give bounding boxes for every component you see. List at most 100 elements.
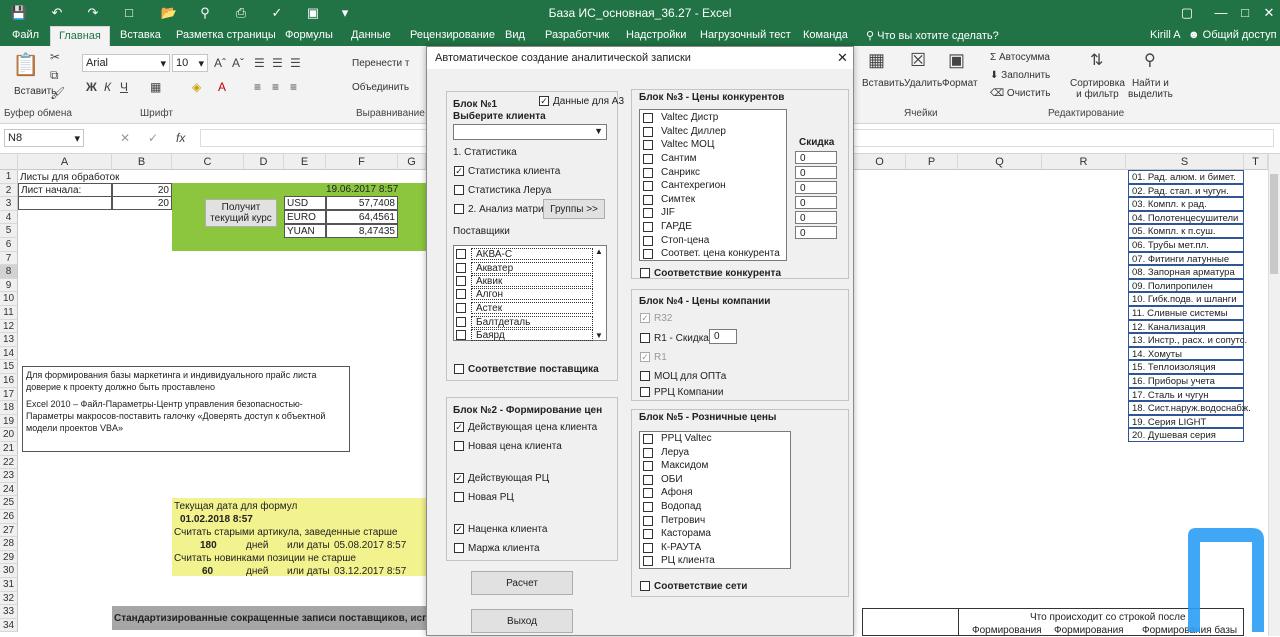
sort-filter-button[interactable]: Сортировка и фильтр [1070, 78, 1125, 100]
row-header[interactable]: 5 [0, 224, 18, 238]
row-header[interactable]: 30 [0, 564, 18, 578]
discount-input[interactable]: 0 [795, 211, 837, 224]
b2-checkbox[interactable] [454, 492, 464, 502]
discount-input[interactable]: 0 [795, 181, 837, 194]
retail-item[interactable]: Афоня [661, 487, 693, 498]
category-item[interactable]: 10. Гибк.подв. и шланги [1128, 292, 1244, 306]
ribbon-display-icon[interactable]: ▢ [1178, 4, 1196, 22]
clear-button[interactable]: ⌫ Очистить [990, 88, 1050, 99]
fill-color-icon[interactable]: ◈ [192, 80, 201, 94]
retail-item[interactable]: РРЦ Valtec [661, 433, 712, 444]
row-header[interactable]: 26 [0, 510, 18, 524]
competitor-checkbox[interactable] [643, 154, 653, 164]
scroll-up-icon[interactable]: ▲ [595, 247, 603, 256]
row-header[interactable]: 12 [0, 319, 18, 334]
row-header[interactable]: 27 [0, 523, 18, 538]
category-item[interactable]: 04. Полотенцесушители [1128, 210, 1244, 225]
cut-icon[interactable]: ✂ [50, 50, 60, 64]
competitor-checkbox[interactable] [643, 140, 653, 150]
row-header[interactable]: 14 [0, 346, 18, 361]
category-item[interactable]: 18. Сист.наруж.водоснабж. [1128, 401, 1251, 415]
row-header[interactable]: 25 [0, 496, 18, 510]
minimize-icon[interactable]: — [1212, 4, 1230, 22]
cell-a2[interactable]: Лист начала: [18, 183, 112, 197]
competitor-checkbox[interactable] [643, 181, 653, 191]
supplier-checkbox[interactable] [456, 303, 466, 313]
stat-client-checkbox[interactable]: ✓ [454, 166, 464, 176]
competitor-item[interactable]: Санрикс [661, 167, 700, 178]
retail-item[interactable]: Петрович [661, 515, 705, 526]
share-button[interactable]: ☻ Общий доступ [1188, 29, 1277, 41]
competitor-item[interactable]: Сантехрегион [661, 180, 726, 191]
category-item[interactable]: 12. Канализация [1128, 319, 1244, 334]
paste-icon[interactable]: 📋 [12, 52, 39, 78]
category-item[interactable]: 07. Фитинги латунные [1128, 251, 1244, 266]
supplier-item[interactable]: Балтдеталь [471, 316, 593, 328]
retail-item[interactable]: РЦ клиента [661, 555, 715, 566]
tell-me-search[interactable]: ⚲ Что вы хотите сделать? [866, 29, 999, 42]
b2-checkbox[interactable]: ✓ [454, 422, 464, 432]
b2-checkbox[interactable]: ✓ [454, 524, 464, 534]
competitor-item[interactable]: Valtec Дистр [661, 112, 718, 123]
row-header[interactable]: 15 [0, 360, 18, 374]
insert-cells-button[interactable]: Вставить [862, 78, 904, 89]
competitor-item[interactable]: Сантим [661, 153, 696, 164]
scroll-down-icon[interactable]: ▼ [595, 331, 603, 340]
row-header[interactable]: 1 [0, 170, 18, 184]
shrink-font-icon[interactable]: Aˇ [232, 56, 244, 70]
col-header[interactable]: B [112, 154, 172, 170]
retail-item[interactable]: Водопад [661, 501, 701, 512]
stat-lerua-checkbox[interactable] [454, 185, 464, 195]
row-header[interactable]: 20 [0, 428, 18, 442]
row-header[interactable]: 2 [0, 183, 18, 198]
col-header[interactable]: S [1126, 154, 1244, 170]
competitor-checkbox[interactable] [643, 222, 653, 232]
discount-input[interactable]: 0 [795, 226, 837, 239]
row-header[interactable]: 13 [0, 333, 18, 347]
competitor-item[interactable]: Стоп-цена [661, 235, 709, 246]
cell-a3[interactable] [18, 196, 112, 210]
font-color-icon[interactable]: A [218, 80, 226, 94]
category-item[interactable]: 03. Компл. к рад. [1128, 197, 1244, 211]
autosum-button[interactable]: Σ Автосумма [990, 52, 1050, 63]
supplier-checkbox[interactable] [456, 289, 466, 299]
competitor-item[interactable]: JIF [661, 207, 675, 218]
tab-addins[interactable]: Надстройки [626, 29, 686, 41]
delete-cells-icon[interactable]: ☒ [910, 50, 926, 71]
font-size-select[interactable]: 10 ▾ [172, 54, 208, 72]
supplier-checkbox[interactable] [456, 330, 466, 340]
borders-icon[interactable]: ▦ [150, 80, 161, 94]
retail-item[interactable]: Касторама [661, 528, 711, 539]
b2-checkbox[interactable] [454, 543, 464, 553]
retail-item[interactable]: Леруа [661, 447, 689, 458]
bold-icon[interactable]: Ж [86, 80, 97, 94]
align-bottom-icon[interactable]: ☰ [290, 56, 301, 70]
col-header[interactable]: D [244, 154, 284, 170]
tab-data[interactable]: Данные [351, 29, 391, 41]
row-header[interactable]: 8 [0, 265, 18, 279]
category-item[interactable]: 19. Серия LIGHT [1128, 414, 1244, 429]
discount-input[interactable]: 0 [795, 151, 837, 164]
col-header[interactable]: P [906, 154, 958, 170]
tab-developer[interactable]: Разработчик [545, 29, 609, 41]
col-header[interactable]: E [284, 154, 326, 170]
dialog-close-icon[interactable]: ✕ [837, 50, 848, 66]
align-right-icon[interactable]: ≡ [290, 80, 297, 94]
find-select-button[interactable]: Найти и выделить [1128, 78, 1173, 100]
underline-icon[interactable]: Ч [120, 80, 128, 94]
fill-button[interactable]: ⬇ Заполнить [990, 70, 1050, 81]
row-header[interactable]: 3 [0, 197, 18, 211]
row-header[interactable]: 9 [0, 278, 18, 293]
competitor-checkbox[interactable] [643, 113, 653, 123]
row-header[interactable]: 21 [0, 442, 18, 456]
tab-home[interactable]: Главная [50, 26, 110, 46]
category-item[interactable]: 01. Рад. алюм. и бимет. [1128, 170, 1244, 184]
close-window-icon[interactable]: ✕ [1260, 4, 1278, 22]
retail-checkbox[interactable] [643, 488, 653, 498]
format-painter-icon[interactable]: 🖌 [50, 86, 65, 100]
supplier-item[interactable]: Аквик [471, 275, 593, 287]
row-header[interactable]: 28 [0, 537, 18, 551]
moc-checkbox[interactable] [640, 371, 650, 381]
row-header[interactable]: 34 [0, 618, 18, 633]
find-icon[interactable]: ⚲ [1144, 50, 1156, 70]
